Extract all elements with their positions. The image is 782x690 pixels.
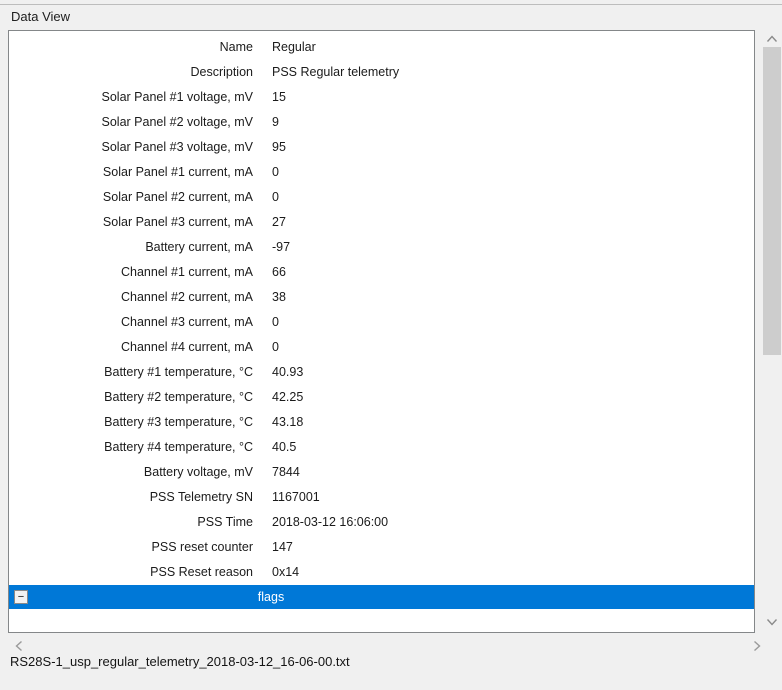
table-row[interactable]: Battery #3 temperature, °C 43.18 bbox=[9, 410, 754, 435]
row-label: Channel #2 current, mA bbox=[9, 285, 253, 310]
row-label: PSS reset counter bbox=[9, 535, 253, 560]
row-value: PSS Regular telemetry bbox=[272, 60, 399, 85]
table-row[interactable]: PSS Telemetry SN 1167001 bbox=[9, 485, 754, 510]
row-value: 2018-03-12 16:06:00 bbox=[272, 510, 388, 535]
table-row[interactable]: Battery #4 temperature, °C 40.5 bbox=[9, 435, 754, 460]
row-value: 40.5 bbox=[272, 435, 296, 460]
horizontal-scrollbar[interactable] bbox=[8, 637, 772, 654]
table-row[interactable]: Battery #2 temperature, °C 42.25 bbox=[9, 385, 754, 410]
empty-row bbox=[9, 609, 754, 632]
row-label: Channel #1 current, mA bbox=[9, 260, 253, 285]
table-row[interactable]: PSS Reset reason 0x14 bbox=[9, 560, 754, 585]
scroll-down-icon[interactable] bbox=[766, 617, 778, 627]
table-row[interactable]: Solar Panel #3 current, mA 27 bbox=[9, 210, 754, 235]
group-title: Data View bbox=[11, 9, 70, 24]
row-label: Solar Panel #1 voltage, mV bbox=[9, 85, 253, 110]
row-label: Solar Panel #2 current, mA bbox=[9, 185, 253, 210]
row-label: Description bbox=[9, 60, 253, 85]
row-label: Solar Panel #3 voltage, mV bbox=[9, 135, 253, 160]
flags-group-row[interactable]: − flags bbox=[9, 585, 754, 609]
data-view-panel: Name Regular Description PSS Regular tel… bbox=[8, 30, 755, 633]
table-row[interactable]: Solar Panel #2 current, mA 0 bbox=[9, 185, 754, 210]
table-row[interactable]: Solar Panel #1 voltage, mV 15 bbox=[9, 85, 754, 110]
table-row[interactable]: Solar Panel #2 voltage, mV 9 bbox=[9, 110, 754, 135]
row-value: 95 bbox=[272, 135, 286, 160]
row-label: Solar Panel #2 voltage, mV bbox=[9, 110, 253, 135]
row-label: Channel #4 current, mA bbox=[9, 335, 253, 360]
row-value: 0x14 bbox=[272, 560, 299, 585]
table-row[interactable]: Description PSS Regular telemetry bbox=[9, 60, 754, 85]
filename-label: RS28S-1_usp_regular_telemetry_2018-03-12… bbox=[10, 654, 350, 669]
row-value: 43.18 bbox=[272, 410, 303, 435]
row-value: 0 bbox=[272, 160, 279, 185]
table-row[interactable]: Channel #4 current, mA 0 bbox=[9, 335, 754, 360]
row-value: 1167001 bbox=[272, 485, 320, 510]
table-row[interactable]: Channel #2 current, mA 38 bbox=[9, 285, 754, 310]
row-value: 66 bbox=[272, 260, 286, 285]
row-label: Channel #3 current, mA bbox=[9, 310, 253, 335]
table-row[interactable]: Solar Panel #1 current, mA 0 bbox=[9, 160, 754, 185]
row-value: 40.93 bbox=[272, 360, 303, 385]
row-value: 147 bbox=[272, 535, 293, 560]
row-label: PSS Telemetry SN bbox=[9, 485, 253, 510]
row-value: 0 bbox=[272, 335, 279, 360]
scroll-up-icon[interactable] bbox=[766, 34, 778, 44]
table-row[interactable]: Battery current, mA -97 bbox=[9, 235, 754, 260]
table-row[interactable]: Solar Panel #3 voltage, mV 95 bbox=[9, 135, 754, 160]
row-label: Battery voltage, mV bbox=[9, 460, 253, 485]
row-label: Name bbox=[9, 35, 253, 60]
row-value: 9 bbox=[272, 110, 279, 135]
top-divider bbox=[0, 4, 782, 5]
row-value: 27 bbox=[272, 210, 286, 235]
vertical-scrollbar[interactable] bbox=[762, 30, 782, 631]
table-row[interactable]: PSS reset counter 147 bbox=[9, 535, 754, 560]
row-value: 0 bbox=[272, 185, 279, 210]
row-label: Battery #3 temperature, °C bbox=[9, 410, 253, 435]
row-label: PSS Time bbox=[9, 510, 253, 535]
vertical-scrollbar-thumb[interactable] bbox=[763, 47, 781, 355]
table-row[interactable]: Channel #3 current, mA 0 bbox=[9, 310, 754, 335]
row-value: 15 bbox=[272, 85, 286, 110]
table-row[interactable]: Channel #1 current, mA 66 bbox=[9, 260, 754, 285]
row-label: Battery current, mA bbox=[9, 235, 253, 260]
table-row[interactable]: PSS Time 2018-03-12 16:06:00 bbox=[9, 510, 754, 535]
scroll-left-icon[interactable] bbox=[14, 640, 24, 652]
row-label: Battery #1 temperature, °C bbox=[9, 360, 253, 385]
row-value: Regular bbox=[272, 35, 316, 60]
row-label: Solar Panel #3 current, mA bbox=[9, 210, 253, 235]
row-label: Solar Panel #1 current, mA bbox=[9, 160, 253, 185]
row-value: 42.25 bbox=[272, 385, 303, 410]
scroll-right-icon[interactable] bbox=[752, 640, 762, 652]
row-label: PSS Reset reason bbox=[9, 560, 253, 585]
table-row[interactable]: Name Regular bbox=[9, 35, 754, 60]
telemetry-table: Name Regular Description PSS Regular tel… bbox=[9, 31, 754, 585]
row-value: 38 bbox=[272, 285, 286, 310]
row-label: Battery #2 temperature, °C bbox=[9, 385, 253, 410]
flags-group-label: flags bbox=[9, 585, 533, 609]
table-row[interactable]: Battery #1 temperature, °C 40.93 bbox=[9, 360, 754, 385]
table-row[interactable]: Battery voltage, mV 7844 bbox=[9, 460, 754, 485]
row-label: Battery #4 temperature, °C bbox=[9, 435, 253, 460]
row-value: 0 bbox=[272, 310, 279, 335]
row-value: 7844 bbox=[272, 460, 300, 485]
row-value: -97 bbox=[272, 235, 290, 260]
